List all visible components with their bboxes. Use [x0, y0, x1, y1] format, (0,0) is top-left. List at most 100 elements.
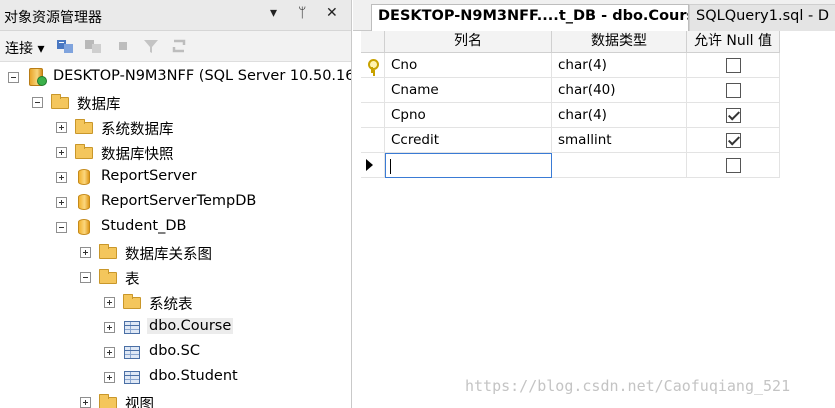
object-explorer-toolbar: 连接 ▾ [0, 31, 351, 62]
database-icon [74, 218, 94, 236]
filter-icon[interactable] [142, 37, 160, 55]
allow-null-checkbox[interactable] [726, 133, 741, 148]
tree-node[interactable]: 系统表 [104, 291, 351, 313]
tree-node-label: 系统数据库 [101, 122, 174, 138]
column-header-allow-null: 允许 Null 值 [687, 31, 780, 53]
tree-node-label: 数据库 [77, 97, 121, 113]
row-selector[interactable] [361, 153, 385, 178]
tree-node-label: 数据库快照 [101, 147, 174, 163]
tab-label: SQLQuery1.sql - D [696, 8, 829, 24]
expand-icon[interactable] [80, 397, 91, 408]
expand-icon[interactable] [104, 322, 115, 333]
connect-object-explorer-icon[interactable] [56, 37, 74, 55]
column-name-cell[interactable] [385, 153, 552, 178]
tree-node-label: dbo.Student [149, 368, 238, 384]
allow-null-checkbox[interactable] [726, 83, 741, 98]
tree-node-label: 视图 [125, 397, 154, 408]
expand-icon[interactable] [104, 372, 115, 383]
tree-node-label: ReportServerTempDB [101, 193, 257, 209]
expand-icon[interactable] [104, 297, 115, 308]
close-icon[interactable]: ✕ [326, 5, 338, 21]
data-type-cell[interactable]: char(4) [552, 53, 687, 78]
folder-icon [74, 118, 94, 136]
expand-icon[interactable] [80, 247, 91, 258]
row-selector[interactable] [361, 128, 385, 153]
tree-node[interactable]: ReportServer [56, 166, 351, 188]
folder-icon [50, 93, 70, 111]
column-header-name: 列名 [385, 31, 552, 53]
allow-null-checkbox[interactable] [726, 58, 741, 73]
text-caret [390, 159, 391, 174]
disconnect-icon[interactable] [84, 37, 102, 55]
tree-node-label: 表 [125, 272, 140, 288]
table-icon [122, 343, 142, 361]
stop-icon[interactable] [114, 37, 132, 55]
column-name-cell[interactable]: Cpno [385, 103, 552, 128]
row-selector[interactable] [361, 53, 385, 78]
column-name-cell[interactable]: Ccredit [385, 128, 552, 153]
folder-icon [122, 293, 142, 311]
row-selector[interactable] [361, 103, 385, 128]
refresh-icon[interactable] [170, 37, 188, 55]
row-header-corner [361, 31, 385, 53]
current-row-arrow-icon [366, 159, 373, 171]
tree-node[interactable]: 数据库快照 [56, 141, 351, 163]
folder-icon [98, 393, 118, 408]
allow-null-cell [687, 53, 780, 78]
allow-null-cell [687, 153, 780, 178]
tree-node[interactable]: 系统数据库 [56, 116, 351, 138]
tree-node[interactable]: 数据库 [32, 91, 351, 113]
collapse-icon[interactable] [80, 272, 91, 283]
tree-node[interactable]: dbo.Student [104, 366, 351, 388]
server-icon [26, 68, 47, 86]
table-icon [122, 368, 142, 386]
object-explorer-title: 对象资源管理器 [4, 10, 102, 26]
folder-icon [98, 243, 118, 261]
expand-icon[interactable] [56, 147, 67, 158]
column-name-cell[interactable]: Cno [385, 53, 552, 78]
expand-icon[interactable] [56, 122, 67, 133]
allow-null-checkbox[interactable] [726, 108, 741, 123]
data-type-cell[interactable]: char(40) [552, 78, 687, 103]
folder-icon [98, 268, 118, 286]
tree-node[interactable]: dbo.Course [104, 316, 351, 338]
tree-node-label: 系统表 [149, 297, 193, 313]
data-type-cell[interactable]: smallint [552, 128, 687, 153]
tree-node[interactable]: 视图 [80, 391, 351, 408]
tree-node-label: DESKTOP-N9M3NFF (SQL Server 10.50.16 [53, 68, 352, 84]
collapse-icon[interactable] [8, 72, 19, 83]
collapse-icon[interactable] [56, 222, 67, 233]
document-tab-strip: DESKTOP-N9M3NFF....t_DB - dbo.Course SQL… [353, 0, 835, 31]
table-icon [122, 318, 142, 336]
tab-sqlquery1[interactable]: SQLQuery1.sql - D [689, 4, 835, 31]
data-type-cell[interactable]: char(4) [552, 103, 687, 128]
tree-node-label: ReportServer [101, 168, 197, 184]
tree-node[interactable]: Student_DB [56, 216, 351, 238]
collapse-icon[interactable] [32, 97, 43, 108]
expand-icon[interactable] [56, 197, 67, 208]
data-type-cell[interactable] [552, 153, 687, 178]
tab-table-designer-course[interactable]: DESKTOP-N9M3NFF....t_DB - dbo.Course [371, 4, 689, 31]
expand-icon[interactable] [104, 347, 115, 358]
database-icon [74, 168, 94, 186]
expand-icon[interactable] [56, 172, 67, 183]
tree-node-label: Student_DB [101, 218, 187, 234]
auto-hide-pin-icon[interactable]: ᛘ [298, 5, 306, 21]
allow-null-cell [687, 128, 780, 153]
tree-node[interactable]: dbo.SC [104, 341, 351, 363]
tree-node[interactable]: DESKTOP-N9M3NFF (SQL Server 10.50.16 [8, 66, 352, 88]
tree-node-label: dbo.SC [149, 343, 200, 359]
allow-null-cell [687, 103, 780, 128]
connect-button[interactable]: 连接 ▾ [5, 38, 44, 58]
primary-key-icon [367, 59, 379, 73]
tree-node[interactable]: 表 [80, 266, 351, 288]
tree-node[interactable]: 数据库关系图 [80, 241, 351, 263]
column-name-cell[interactable]: Cname [385, 78, 552, 103]
object-explorer-panel: 对象资源管理器 ▾ ᛘ ✕ 连接 ▾ DESKTOP-N9M3NFF (SQL … [0, 0, 352, 408]
allow-null-checkbox[interactable] [726, 158, 741, 173]
tab-label: DESKTOP-N9M3NFF....t_DB - dbo.Course [378, 8, 689, 24]
tree-node[interactable]: ReportServerTempDB [56, 191, 351, 213]
row-selector[interactable] [361, 78, 385, 103]
window-position-dropdown-icon[interactable]: ▾ [270, 5, 277, 21]
object-explorer-title-bar: 对象资源管理器 ▾ ᛘ ✕ [0, 0, 351, 31]
